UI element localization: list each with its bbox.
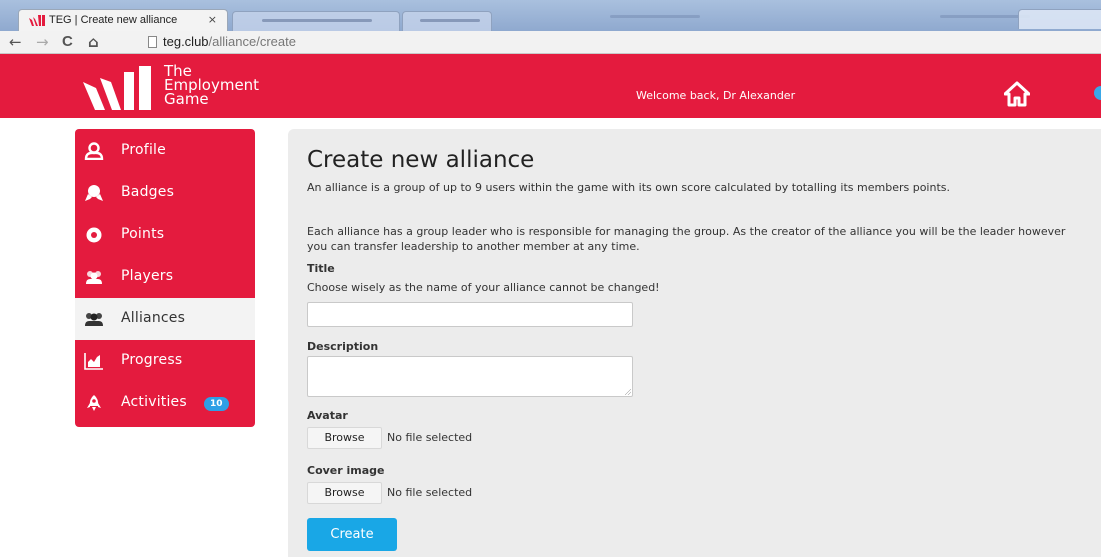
logo-text: The Employment Game: [164, 64, 259, 108]
badge-icon: [85, 185, 103, 201]
title-input[interactable]: [307, 302, 633, 327]
notification-dot[interactable]: [1094, 86, 1101, 100]
home-icon[interactable]: ⌂: [88, 32, 99, 52]
intro-text: An alliance is a group of up to 9 users …: [307, 181, 950, 194]
rocket-icon: [87, 395, 101, 411]
title-hint: Choose wisely as the name of your allian…: [307, 281, 660, 294]
sidebar-item-progress[interactable]: Progress: [75, 340, 255, 382]
reload-icon[interactable]: C: [62, 32, 73, 52]
sidebar-item-label: Points: [121, 226, 165, 242]
description-textarea[interactable]: [307, 356, 633, 397]
url-host: teg.club: [163, 34, 209, 49]
blurred-tab-text: [420, 19, 480, 22]
home-button-icon[interactable]: [1004, 81, 1030, 107]
description-label: Description: [307, 340, 379, 353]
logo-line-game: Game: [164, 90, 209, 108]
sidebar-item-label: Progress: [121, 352, 183, 368]
browser-tab-inactive[interactable]: [1018, 9, 1101, 29]
teg-favicon-icon: [29, 15, 45, 26]
site-header: The Employment Game Welcome back, Dr Ale…: [0, 54, 1101, 118]
sidebar-item-players[interactable]: Players: [75, 256, 255, 298]
players-icon: [86, 271, 102, 284]
activities-count-badge: 10: [204, 397, 229, 411]
sidebar-nav: Profile Badges Points Players Alliances …: [75, 129, 255, 427]
leader-text: Each alliance has a group leader who is …: [307, 225, 1066, 253]
browser-toolbar: ← → C ⌂ teg.club/alliance/create: [0, 31, 1101, 54]
resize-grip-icon[interactable]: [625, 389, 631, 395]
sidebar-item-profile[interactable]: Profile: [75, 130, 255, 172]
tab-close-icon[interactable]: ×: [208, 13, 217, 26]
browser-tab-strip: TEG | Create new alliance ×: [0, 0, 1101, 32]
avatar-file-status: No file selected: [387, 431, 473, 444]
create-alliance-panel: Create new alliance An alliance is a gro…: [288, 129, 1101, 557]
forward-arrow-icon[interactable]: →: [36, 32, 49, 52]
sidebar-item-badges[interactable]: Badges: [75, 172, 255, 214]
url-path: /alliance/create: [208, 34, 296, 49]
cover-file-status: No file selected: [387, 486, 473, 499]
cover-browse-button[interactable]: Browse: [307, 482, 382, 504]
title-label: Title: [307, 262, 335, 275]
address-bar[interactable]: teg.club/alliance/create: [138, 33, 1098, 52]
avatar-label: Avatar: [307, 409, 348, 422]
cover-image-label: Cover image: [307, 464, 385, 477]
sidebar-item-label: Activities: [121, 394, 187, 410]
sidebar-item-label: Profile: [121, 142, 166, 158]
blurred-tab-text: [940, 15, 1030, 18]
employment-game-logo-icon[interactable]: [83, 66, 163, 110]
page-title: Create new alliance: [307, 147, 535, 173]
sidebar-item-activities[interactable]: Activities 10: [75, 382, 255, 424]
page-icon: [148, 36, 157, 48]
target-icon: [86, 227, 102, 243]
url-text: teg.club/alliance/create: [163, 34, 296, 49]
user-icon: [84, 142, 104, 160]
back-arrow-icon[interactable]: ←: [9, 32, 22, 52]
sidebar-item-label: Badges: [121, 184, 175, 200]
chart-icon: [84, 353, 103, 370]
sidebar-item-points[interactable]: Points: [75, 214, 255, 256]
sidebar-item-label: Players: [121, 268, 174, 284]
browser-tab-active[interactable]: TEG | Create new alliance ×: [18, 9, 228, 32]
welcome-message: Welcome back, Dr Alexander: [636, 89, 796, 102]
create-button[interactable]: Create: [307, 518, 397, 551]
blurred-tab-text: [262, 19, 372, 22]
blurred-tab-text: [610, 15, 700, 18]
browser-tab-title: TEG | Create new alliance: [49, 14, 178, 26]
sidebar-item-label: Alliances: [121, 310, 186, 326]
avatar-browse-button[interactable]: Browse: [307, 427, 382, 449]
sidebar-item-alliances[interactable]: Alliances: [75, 298, 255, 340]
alliance-icon: [85, 313, 103, 326]
